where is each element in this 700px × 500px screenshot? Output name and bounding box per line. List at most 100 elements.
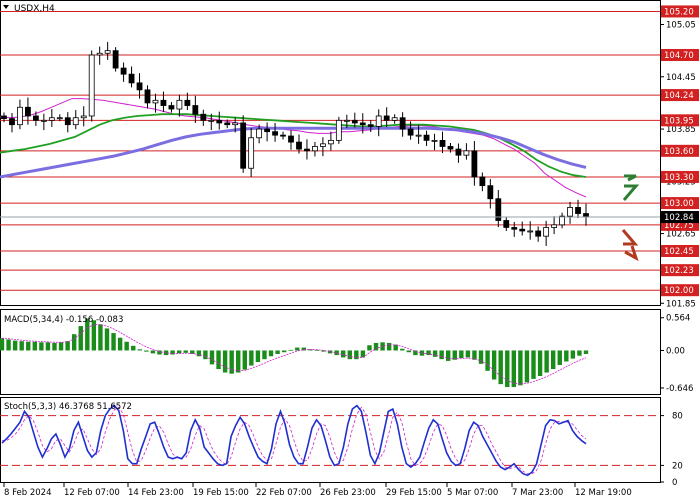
macd-bar	[262, 350, 267, 360]
macd-bar	[459, 350, 464, 359]
level-label: 105.20	[664, 7, 694, 17]
macd-bar	[544, 350, 549, 373]
macd-bar	[216, 350, 221, 370]
macd-bar	[98, 324, 103, 351]
macd-bar	[373, 342, 379, 351]
macd-bar	[150, 350, 156, 354]
macd-tick-label: -0.646	[666, 384, 693, 394]
price-tick-label: 105.05	[666, 21, 696, 31]
time-tick-label: 5 Mar 07:00	[447, 488, 498, 498]
current-price-label: 102.84	[664, 213, 694, 223]
candle	[112, 47, 119, 72]
level-labels: 105.20 104.70 104.24 103.95 103.60 103.30 103.…	[661, 5, 699, 297]
price-tick-label: 102.65	[666, 230, 696, 240]
macd-bar	[275, 350, 280, 354]
macd-bar	[104, 328, 110, 351]
macd-bar	[537, 350, 543, 377]
level-label: 102.00	[664, 286, 694, 296]
price-tick-label: 103.85	[666, 125, 696, 135]
macd-bar	[236, 350, 241, 373]
candle	[240, 115, 247, 173]
macd-bar	[144, 350, 149, 352]
macd-bar	[26, 341, 31, 351]
macd-bar	[222, 350, 228, 373]
current-price-tag: 102.84	[661, 211, 699, 224]
macd-bar	[6, 339, 11, 351]
price-tick-label: 104.45	[666, 73, 696, 83]
time-tick-label: 12 Feb 07:00	[64, 488, 120, 498]
level-label: 103.00	[664, 199, 694, 209]
macd-bar	[531, 350, 536, 379]
time-tick-label: 26 Feb 23:00	[320, 488, 376, 498]
macd-bar	[32, 341, 38, 351]
macd-bar	[564, 350, 569, 362]
level-label: 104.70	[664, 51, 694, 61]
chart-background	[0, 0, 700, 500]
level-label: 103.30	[664, 173, 694, 183]
macd-bar	[268, 350, 274, 357]
macd-bar	[446, 350, 451, 361]
time-tick-label: 19 Feb 15:00	[193, 488, 249, 498]
macd-bar	[124, 341, 129, 351]
macd-bar	[577, 350, 582, 356]
macd-tick-label: 0.564	[666, 314, 690, 324]
macd-bar	[386, 342, 392, 351]
usdx-h4-chart: 105.05104.45103.85103.25102.65101.85 105…	[0, 0, 700, 500]
time-tick-label: 14 Feb 23:00	[128, 488, 184, 498]
macd-bar	[570, 350, 576, 359]
macd-bar	[478, 350, 484, 364]
macd-bar	[524, 350, 530, 383]
macd-tick-label: 0.00	[666, 346, 685, 356]
macd-bar	[117, 337, 123, 351]
macd-bar	[209, 350, 215, 365]
stochastic-tick-label: 80	[672, 412, 683, 422]
macd-bar	[295, 347, 300, 351]
macd-bar	[137, 349, 142, 351]
macd-bar	[249, 350, 254, 366]
time-tick-label: 22 Feb 07:00	[256, 488, 312, 498]
macd-bar	[413, 350, 418, 356]
macd-bar	[511, 350, 517, 388]
macd-bar	[65, 341, 70, 351]
macd-bar	[557, 350, 562, 365]
macd-bar	[465, 350, 471, 358]
symbol-label: USDX,H4	[14, 4, 55, 14]
macd-bar	[242, 350, 247, 370]
macd-bar	[39, 342, 44, 351]
macd-bar	[58, 342, 64, 351]
macd-bar	[341, 350, 346, 358]
macd-bar	[111, 333, 116, 351]
macd-bar	[183, 350, 188, 353]
macd-bar	[78, 326, 83, 351]
stochastic-label: Stoch(5,3,3) 46.3768 51.6572	[4, 402, 132, 412]
level-label: 102.45	[664, 247, 694, 257]
candle	[335, 116, 342, 144]
level-label: 102.23	[664, 266, 694, 276]
level-label: 103.95	[664, 116, 694, 126]
macd-label: MACD(5,34,4) -0.156 -0.083	[4, 315, 123, 325]
macd-bar	[203, 350, 208, 360]
macd-bar	[288, 349, 293, 351]
macd-bar	[550, 350, 556, 370]
macd-bar	[0, 338, 5, 351]
time-tick-label: 8 Feb 2024	[4, 488, 52, 498]
macd-bar	[583, 350, 589, 354]
macd-bar	[45, 342, 51, 351]
macd-bar	[176, 350, 182, 354]
macd-bar	[505, 350, 510, 388]
macd-bar	[426, 350, 431, 356]
macd-bar	[518, 350, 523, 386]
macd-bar	[452, 350, 457, 360]
macd-bar	[432, 350, 438, 357]
time-tick-label: 12 Mar 19:00	[575, 488, 632, 498]
level-label: 104.24	[664, 91, 694, 101]
time-tick-label: 29 Feb 15:00	[386, 488, 442, 498]
time-tick-label: 7 Mar 23:00	[512, 488, 563, 498]
macd-bar	[439, 350, 444, 360]
macd-bar	[400, 348, 405, 351]
macd-bar	[485, 350, 490, 371]
stochastic-tick-label: 0	[672, 478, 677, 488]
candle	[88, 50, 95, 122]
level-label: 103.60	[664, 147, 694, 157]
macd-bar	[12, 340, 18, 351]
